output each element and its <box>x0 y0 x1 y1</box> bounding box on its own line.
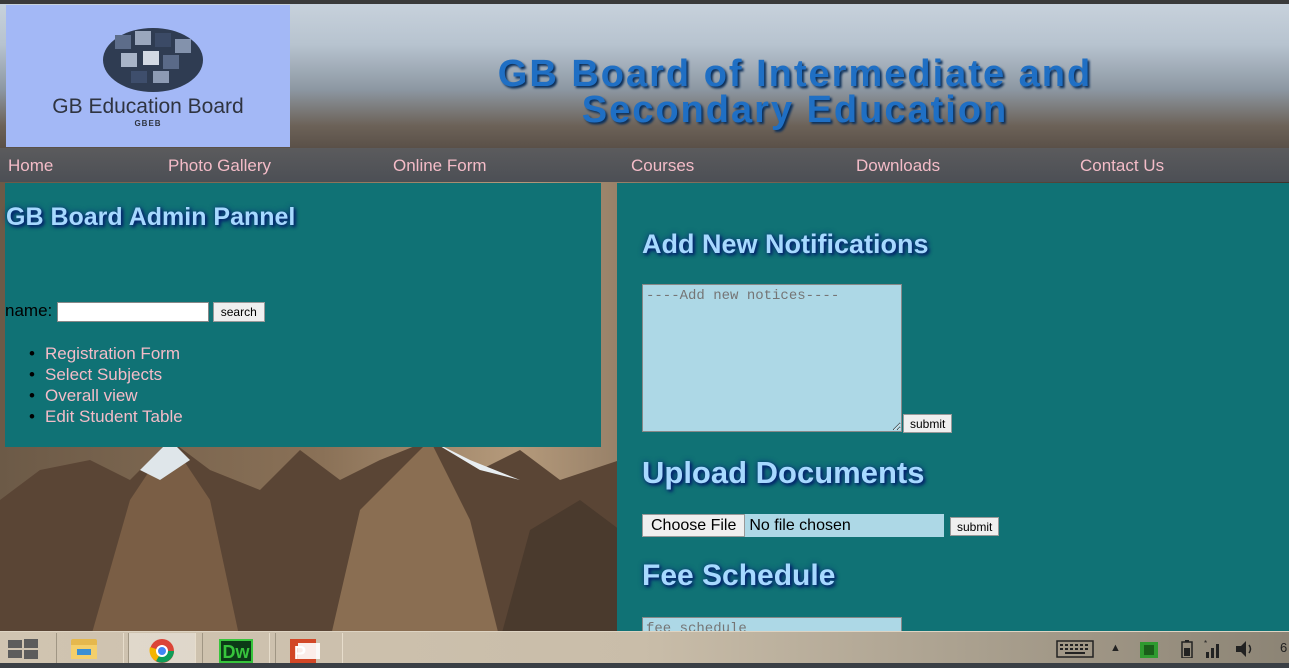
site-title: GB Board of Intermediate and Secondary E… <box>300 53 1289 131</box>
site-title-line2: Secondary Education <box>581 89 1009 131</box>
main-nav: Home Photo Gallery Online Form Courses D… <box>0 148 1289 182</box>
network-icon[interactable]: * <box>1204 632 1224 663</box>
windows-start-icon[interactable] <box>6 638 40 665</box>
site-header: GB Education Board GBEB GB Board of Inte… <box>0 0 1289 148</box>
list-item: Overall view <box>29 385 183 406</box>
mountain-image <box>0 440 620 640</box>
admin-links: Registration Form Select Subjects Overal… <box>29 343 183 427</box>
nav-contact-us[interactable]: Contact Us <box>1080 156 1164 176</box>
upload-submit-button[interactable]: submit <box>950 517 1000 536</box>
logo[interactable]: GB Education Board GBEB <box>6 5 290 147</box>
clock[interactable]: 6 <box>1280 632 1287 663</box>
nav-downloads[interactable]: Downloads <box>856 156 940 176</box>
nav-home[interactable]: Home <box>8 156 53 176</box>
green-app-icon[interactable] <box>1138 632 1160 663</box>
upload-heading: Upload Documents <box>642 455 925 490</box>
keyboard-icon[interactable] <box>1056 632 1094 663</box>
file-input[interactable]: Choose File No file chosen <box>642 514 944 537</box>
chevron-up-icon[interactable]: ▲ <box>1110 632 1121 663</box>
search-row: name: search <box>5 301 265 322</box>
notice-textarea[interactable] <box>642 284 902 432</box>
list-item: Edit Student Table <box>29 406 183 427</box>
admin-panel-title: GB Board Admin Pannel <box>6 203 296 231</box>
site-title-line1: GB Board of Intermediate and <box>497 53 1093 95</box>
list-item: Registration Form <box>29 343 183 364</box>
fee-heading: Fee Schedule <box>642 559 836 592</box>
nav-online-form[interactable]: Online Form <box>393 156 487 176</box>
content-panel: Add New Notifications submit Upload Docu… <box>617 183 1289 633</box>
logo-subtext: GBEB <box>134 119 162 128</box>
top-border <box>0 0 1289 4</box>
search-label: name: <box>5 301 53 320</box>
link-registration-form[interactable]: Registration Form <box>45 344 180 363</box>
admin-panel: GB Board Admin Pannel name: search Regis… <box>5 183 601 447</box>
volume-icon[interactable] <box>1234 632 1256 663</box>
choose-file-button[interactable]: Choose File <box>642 514 746 537</box>
puzzle-globe-icon <box>103 28 203 92</box>
notice-submit-button[interactable]: submit <box>903 414 953 433</box>
file-explorer-icon[interactable] <box>56 633 124 663</box>
svg-text:P: P <box>294 643 306 663</box>
dreamweaver-icon[interactable]: Dw <box>202 633 270 663</box>
search-button[interactable]: search <box>212 301 265 322</box>
file-status: No file chosen <box>749 516 851 534</box>
battery-icon[interactable] <box>1180 632 1194 663</box>
nav-courses[interactable]: Courses <box>631 156 694 176</box>
name-search-input[interactable] <box>56 301 209 322</box>
nav-photo-gallery[interactable]: Photo Gallery <box>168 156 271 176</box>
chrome-icon[interactable] <box>128 633 196 663</box>
list-item: Select Subjects <box>29 364 183 385</box>
link-select-subjects[interactable]: Select Subjects <box>45 365 162 384</box>
dreamweaver-label: Dw <box>219 639 253 663</box>
svg-text:*: * <box>1204 639 1207 648</box>
logo-text: GB Education Board <box>52 95 244 118</box>
taskbar: Dw P ▲ * 6 <box>0 631 1289 663</box>
link-overall-view[interactable]: Overall view <box>45 386 138 405</box>
link-edit-student-table[interactable]: Edit Student Table <box>45 407 183 426</box>
powerpoint-icon[interactable]: P <box>275 633 343 663</box>
notifications-heading: Add New Notifications <box>642 229 929 259</box>
